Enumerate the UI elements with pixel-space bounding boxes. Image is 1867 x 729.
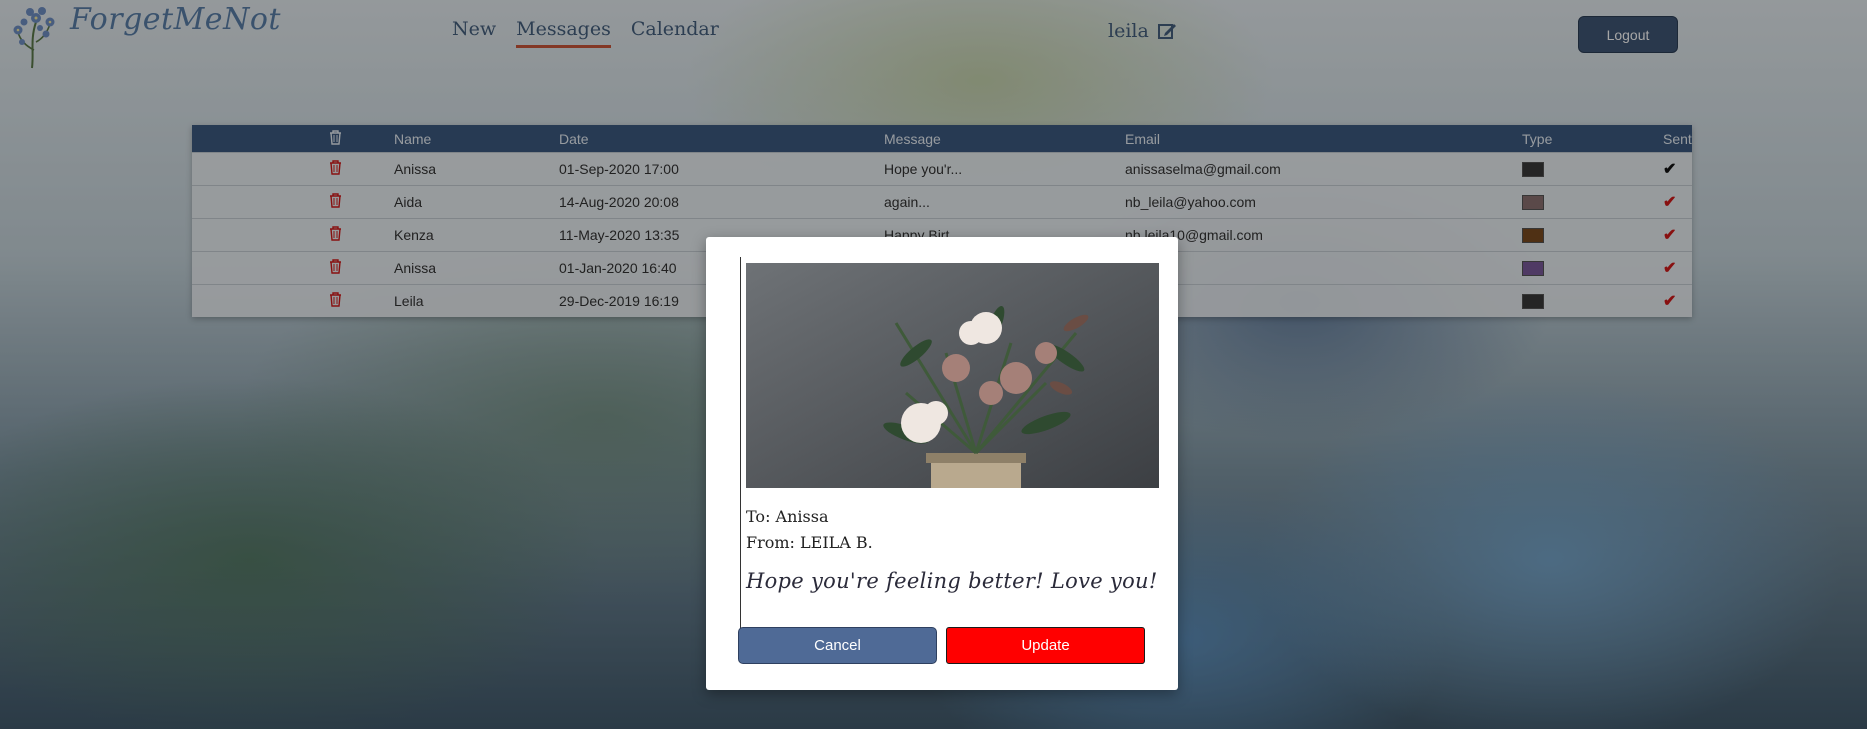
update-button[interactable]: Update — [946, 627, 1145, 664]
message-preview-modal: To: Anissa From: LEILA B. Hope you're fe… — [706, 237, 1178, 690]
card-preview: To: Anissa From: LEILA B. Hope you're fe… — [740, 257, 1165, 645]
cancel-button[interactable]: Cancel — [738, 627, 937, 664]
card-recipient: To: Anissa — [746, 507, 829, 526]
card-sender: From: LEILA B. — [746, 533, 873, 552]
flower-photo — [746, 263, 1159, 488]
card-message: Hope you're feeling better! Love you! — [746, 569, 1158, 593]
